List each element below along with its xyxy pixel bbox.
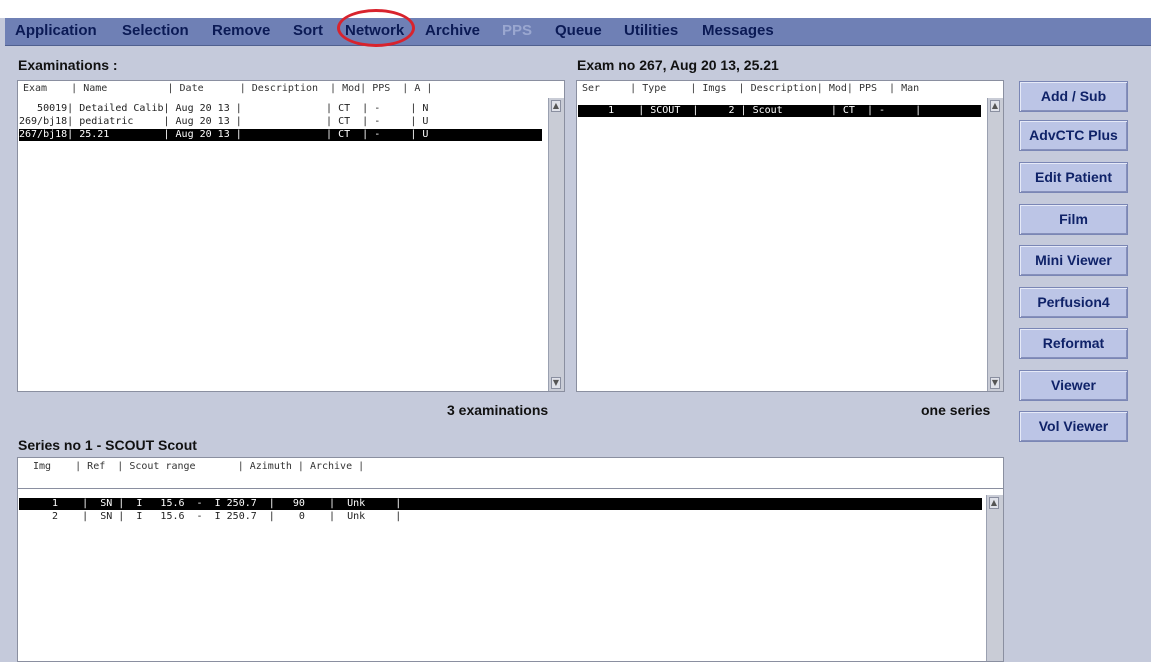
scroll-up-icon[interactable]: ▲ — [551, 100, 561, 112]
examinations-scrollbar[interactable]: ▲ ▼ — [548, 98, 564, 391]
image-row[interactable]: 2 | SN | I 15.6 - I 250.7 | 0 | Unk | — [19, 511, 982, 523]
edit-patient-button[interactable]: Edit Patient — [1019, 162, 1128, 193]
series-header: Ser | Type | Imgs | Description| Mod| PP… — [582, 83, 920, 94]
exam-row-selected[interactable]: 267/bj18| 25.21 | Aug 20 13 | | CT | - |… — [19, 129, 542, 141]
image-row-selected[interactable]: 1 | SN | I 15.6 - I 250.7 | 90 | Unk | — [19, 498, 982, 510]
scroll-up-icon[interactable]: ▲ — [989, 497, 999, 509]
examinations-list[interactable]: Exam | Name | Date | Description | Mod| … — [17, 80, 565, 392]
scroll-down-icon[interactable]: ▼ — [551, 377, 561, 389]
series-row-selected[interactable]: 1 | SCOUT | 2 | Scout | CT | - | — [578, 105, 981, 117]
series-detail-title: Series no 1 - SCOUT Scout — [18, 437, 197, 453]
header-divider — [18, 488, 1003, 489]
menu-messages[interactable]: Messages — [702, 22, 774, 39]
images-list[interactable]: Img | Ref | Scout range | Azimuth | Arch… — [17, 457, 1004, 662]
exam-row[interactable]: 269/bj18| pediatric | Aug 20 13 | | CT |… — [19, 116, 542, 128]
examinations-title: Examinations : — [18, 57, 118, 73]
menu-utilities[interactable]: Utilities — [624, 22, 678, 39]
examinations-count: 3 examinations — [447, 402, 549, 418]
viewer-button[interactable]: Viewer — [1019, 370, 1128, 401]
top-strip — [0, 0, 1151, 18]
menu-queue[interactable]: Queue — [555, 22, 602, 39]
series-scrollbar[interactable]: ▲ ▼ — [987, 98, 1003, 391]
advctc-plus-button[interactable]: AdvCTC Plus — [1019, 120, 1128, 151]
exam-row[interactable]: 50019| Detailed Calib| Aug 20 13 | | CT … — [19, 103, 542, 115]
menu-application[interactable]: Application — [15, 22, 97, 39]
vol-viewer-button[interactable]: Vol Viewer — [1019, 411, 1128, 442]
perfusion4-button[interactable]: Perfusion4 — [1019, 287, 1128, 318]
scroll-up-icon[interactable]: ▲ — [990, 100, 1000, 112]
menu-remove[interactable]: Remove — [212, 22, 270, 39]
mini-viewer-button[interactable]: Mini Viewer — [1019, 245, 1128, 276]
menu-sort[interactable]: Sort — [293, 22, 323, 39]
images-header: Img | Ref | Scout range | Azimuth | Arch… — [33, 461, 365, 472]
images-scrollbar[interactable]: ▲ — [986, 495, 1003, 661]
menu-bar: Application Selection Remove Sort Networ… — [5, 18, 1151, 46]
add-sub-button[interactable]: Add / Sub — [1019, 81, 1128, 112]
scroll-down-icon[interactable]: ▼ — [990, 377, 1000, 389]
exam-series-title: Exam no 267, Aug 20 13, 25.21 — [577, 57, 779, 73]
series-list[interactable]: Ser | Type | Imgs | Description| Mod| PP… — [576, 80, 1004, 392]
network-highlight-circle — [337, 9, 415, 47]
reformat-button[interactable]: Reformat — [1019, 328, 1128, 359]
examinations-header: Exam | Name | Date | Description | Mod| … — [23, 83, 433, 94]
film-button[interactable]: Film — [1019, 204, 1128, 235]
menu-archive[interactable]: Archive — [425, 22, 480, 39]
series-count: one series — [921, 402, 991, 418]
menu-pps: PPS — [502, 22, 533, 39]
menu-selection[interactable]: Selection — [122, 22, 189, 39]
